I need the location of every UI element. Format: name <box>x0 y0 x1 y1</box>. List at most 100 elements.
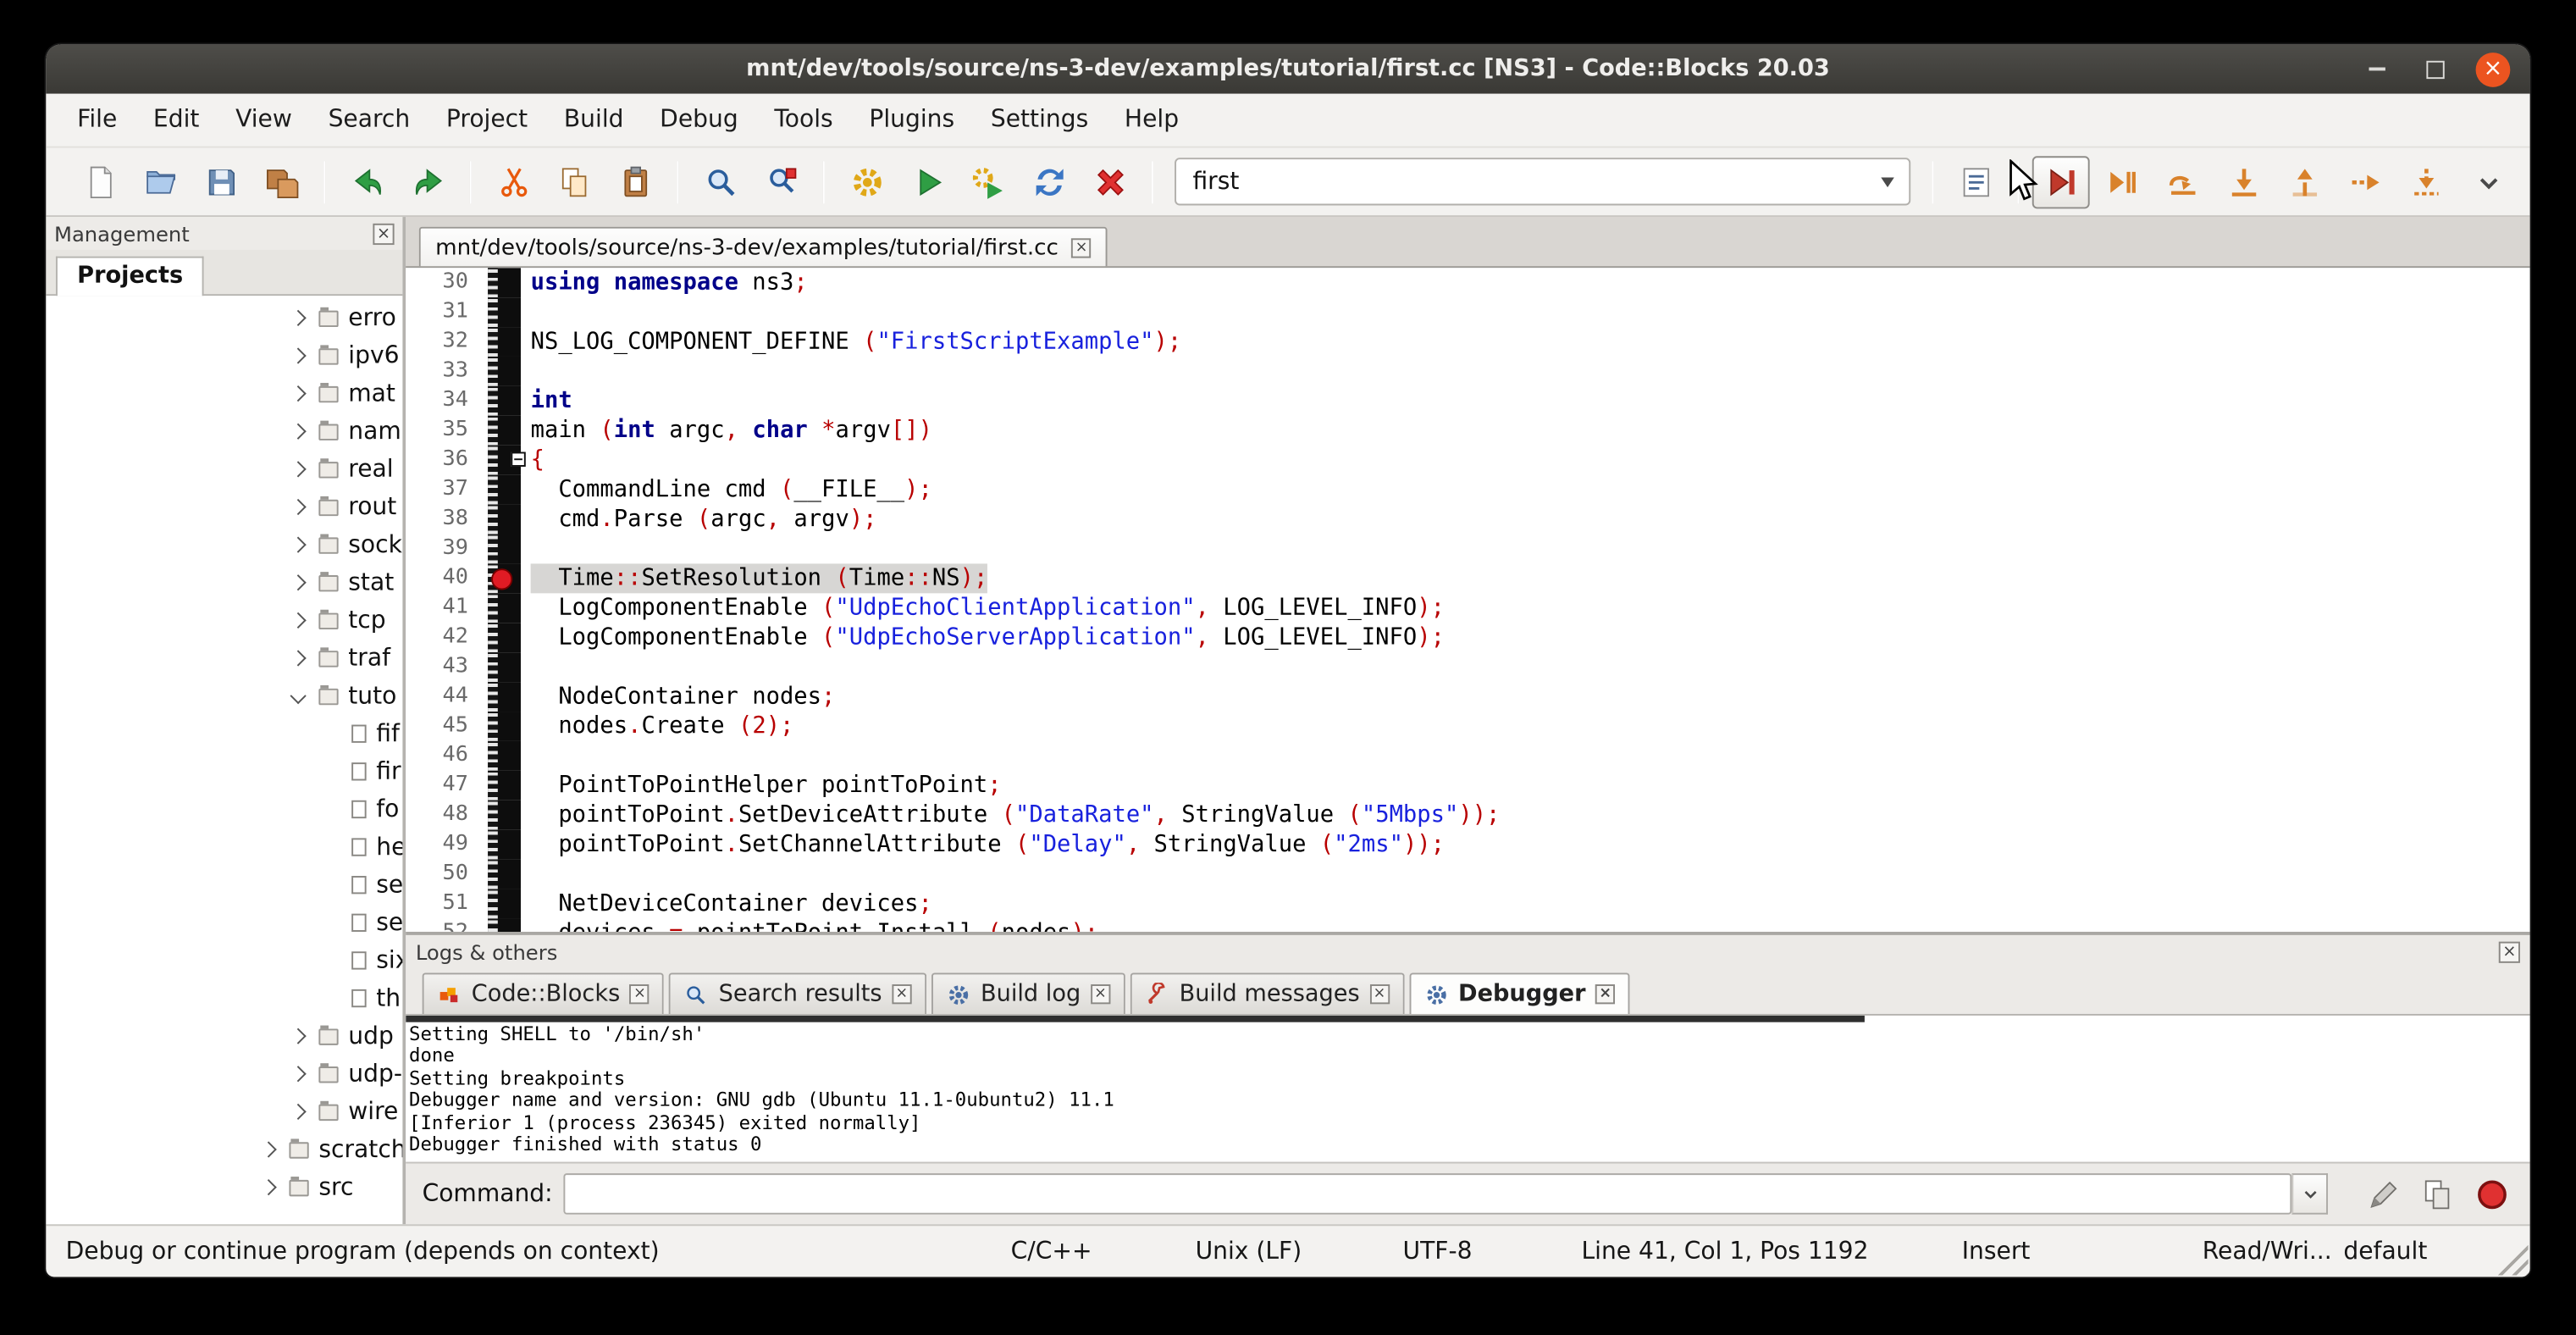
tree-item-se[interactable]: se <box>46 866 402 904</box>
code-line-48[interactable]: 48 pointToPoint.SetDeviceAttribute ("Dat… <box>406 800 2529 830</box>
tab-projects[interactable]: Projects <box>56 257 204 296</box>
step-out-button[interactable] <box>2275 155 2333 208</box>
tab-close-icon[interactable] <box>1369 984 1389 1004</box>
save-all-button[interactable] <box>253 155 311 208</box>
tree-item-rout[interactable]: rout <box>46 488 402 526</box>
breakpoint-margin[interactable] <box>488 297 521 327</box>
breakpoint-margin[interactable] <box>488 860 521 889</box>
chevron-right-icon[interactable] <box>290 461 307 477</box>
tab-close-icon[interactable] <box>892 984 911 1004</box>
code-editor[interactable]: 30using namespace ns3;3132NS_LOG_COMPONE… <box>406 268 2529 932</box>
breakpoint-margin[interactable] <box>488 712 521 741</box>
code-line-31[interactable]: 31 <box>406 297 2529 327</box>
code-line-46[interactable]: 46 <box>406 741 2529 771</box>
breakpoint-marker[interactable] <box>491 568 512 589</box>
menu-edit[interactable]: Edit <box>135 107 218 133</box>
code-line-40[interactable]: 40 Time::SetResolution (Time::NS); <box>406 563 2529 593</box>
breakpoint-margin[interactable] <box>488 268 521 297</box>
breakpoint-margin[interactable] <box>488 830 521 860</box>
menu-view[interactable]: View <box>218 107 310 133</box>
next-instruction-button[interactable] <box>2336 155 2394 208</box>
resize-grip[interactable] <box>2492 1239 2529 1276</box>
chevron-right-icon[interactable] <box>290 612 307 629</box>
chevron-right-icon[interactable] <box>290 310 307 326</box>
abort-build-button[interactable] <box>1081 155 1139 208</box>
logs-tab-debugger[interactable]: Debugger <box>1409 972 1630 1014</box>
menu-debug[interactable]: Debug <box>642 107 756 133</box>
open-file-button[interactable] <box>131 155 189 208</box>
tree-item-he[interactable]: he <box>46 828 402 867</box>
tree-item-real[interactable]: real <box>46 451 402 489</box>
minimize-button[interactable] <box>2361 52 2394 86</box>
tab-close-icon[interactable] <box>1595 984 1615 1004</box>
save-button[interactable] <box>192 155 250 208</box>
tree-item-tcp[interactable]: tcp <box>46 601 402 640</box>
menu-settings[interactable]: Settings <box>973 107 1107 133</box>
logs-tab-search-results[interactable]: Search results <box>669 972 926 1014</box>
code-line-38[interactable]: 38 cmd.Parse (argc, argv); <box>406 505 2529 535</box>
menu-file[interactable]: File <box>59 107 135 133</box>
chevron-right-icon[interactable] <box>290 1066 307 1082</box>
chevron-down-icon[interactable] <box>290 688 307 704</box>
code-line-36[interactable]: 36{ <box>406 446 2529 475</box>
chevron-right-icon[interactable] <box>290 574 307 590</box>
new-file-button[interactable] <box>70 155 128 208</box>
code-line-51[interactable]: 51 NetDeviceContainer devices; <box>406 889 2529 919</box>
breakpoint-margin[interactable] <box>488 889 521 919</box>
editor-tab-close-icon[interactable] <box>1071 237 1091 257</box>
chevron-right-icon[interactable] <box>261 1141 277 1157</box>
cut-button[interactable] <box>484 155 542 208</box>
tab-close-icon[interactable] <box>630 984 650 1004</box>
copy-output-button[interactable] <box>2417 1172 2459 1215</box>
code-line-35[interactable]: 35main (int argc, char *argv[]) <box>406 416 2529 446</box>
chevron-right-icon[interactable] <box>261 1179 277 1195</box>
breakpoint-margin[interactable] <box>488 741 521 771</box>
run-button[interactable] <box>898 155 956 208</box>
find-button[interactable] <box>692 155 749 208</box>
breakpoint-margin[interactable] <box>488 416 521 446</box>
tree-item-udp[interactable]: udp <box>46 1017 402 1055</box>
breakpoint-margin[interactable] <box>488 505 521 535</box>
tree-item-erro[interactable]: erro <box>46 299 402 337</box>
breakpoint-margin[interactable] <box>488 771 521 800</box>
redo-button[interactable] <box>399 155 456 208</box>
code-line-39[interactable]: 39 <box>406 535 2529 564</box>
chevron-right-icon[interactable] <box>290 1028 307 1044</box>
run-to-cursor-button[interactable] <box>2093 155 2151 208</box>
build-target-button[interactable] <box>1947 155 2004 208</box>
menu-project[interactable]: Project <box>428 107 546 133</box>
build-target-combo[interactable]: first <box>1175 158 1910 205</box>
debugger-log[interactable]: Setting SHELL to '/bin/sh'doneSetting br… <box>406 1016 2529 1162</box>
fold-marker[interactable] <box>511 452 525 467</box>
chevron-right-icon[interactable] <box>290 1104 307 1120</box>
menu-tools[interactable]: Tools <box>756 107 851 133</box>
stop-debugger-button[interactable] <box>2471 1172 2513 1215</box>
breakpoint-margin[interactable] <box>488 357 521 386</box>
replace-button[interactable] <box>753 155 810 208</box>
breakpoint-margin[interactable] <box>488 918 521 932</box>
paste-button[interactable] <box>606 155 664 208</box>
step-into-instruction-button[interactable] <box>2396 155 2454 208</box>
tree-item-src[interactable]: src <box>46 1168 402 1206</box>
close-button[interactable] <box>2476 52 2511 86</box>
breakpoint-margin[interactable] <box>488 623 521 652</box>
code-line-44[interactable]: 44 NodeContainer nodes; <box>406 682 2529 712</box>
code-line-47[interactable]: 47 PointToPointHelper pointToPoint; <box>406 771 2529 800</box>
code-line-37[interactable]: 37 CommandLine cmd (__FILE__); <box>406 475 2529 505</box>
tree-item-udp[interactable]: udp- <box>46 1055 402 1093</box>
build-button[interactable] <box>837 155 895 208</box>
code-line-30[interactable]: 30using namespace ns3; <box>406 268 2529 297</box>
tree-item-fif[interactable]: fif <box>46 715 402 753</box>
tree-item-ipv6[interactable]: ipv6 <box>46 337 402 375</box>
chevron-right-icon[interactable] <box>290 650 307 666</box>
tree-item-six[interactable]: six <box>46 942 402 980</box>
command-input[interactable] <box>564 1173 2291 1215</box>
code-line-32[interactable]: 32NS_LOG_COMPONENT_DEFINE ("FirstScriptE… <box>406 327 2529 357</box>
chevron-right-icon[interactable] <box>290 537 307 553</box>
tree-item-nam[interactable]: nam <box>46 413 402 451</box>
logs-tab-build-log[interactable]: Build log <box>931 972 1125 1014</box>
next-line-button[interactable] <box>2153 155 2211 208</box>
code-line-41[interactable]: 41 LogComponentEnable ("UdpEchoClientApp… <box>406 593 2529 623</box>
breakpoint-margin[interactable] <box>488 535 521 564</box>
management-close-icon[interactable] <box>373 223 394 244</box>
